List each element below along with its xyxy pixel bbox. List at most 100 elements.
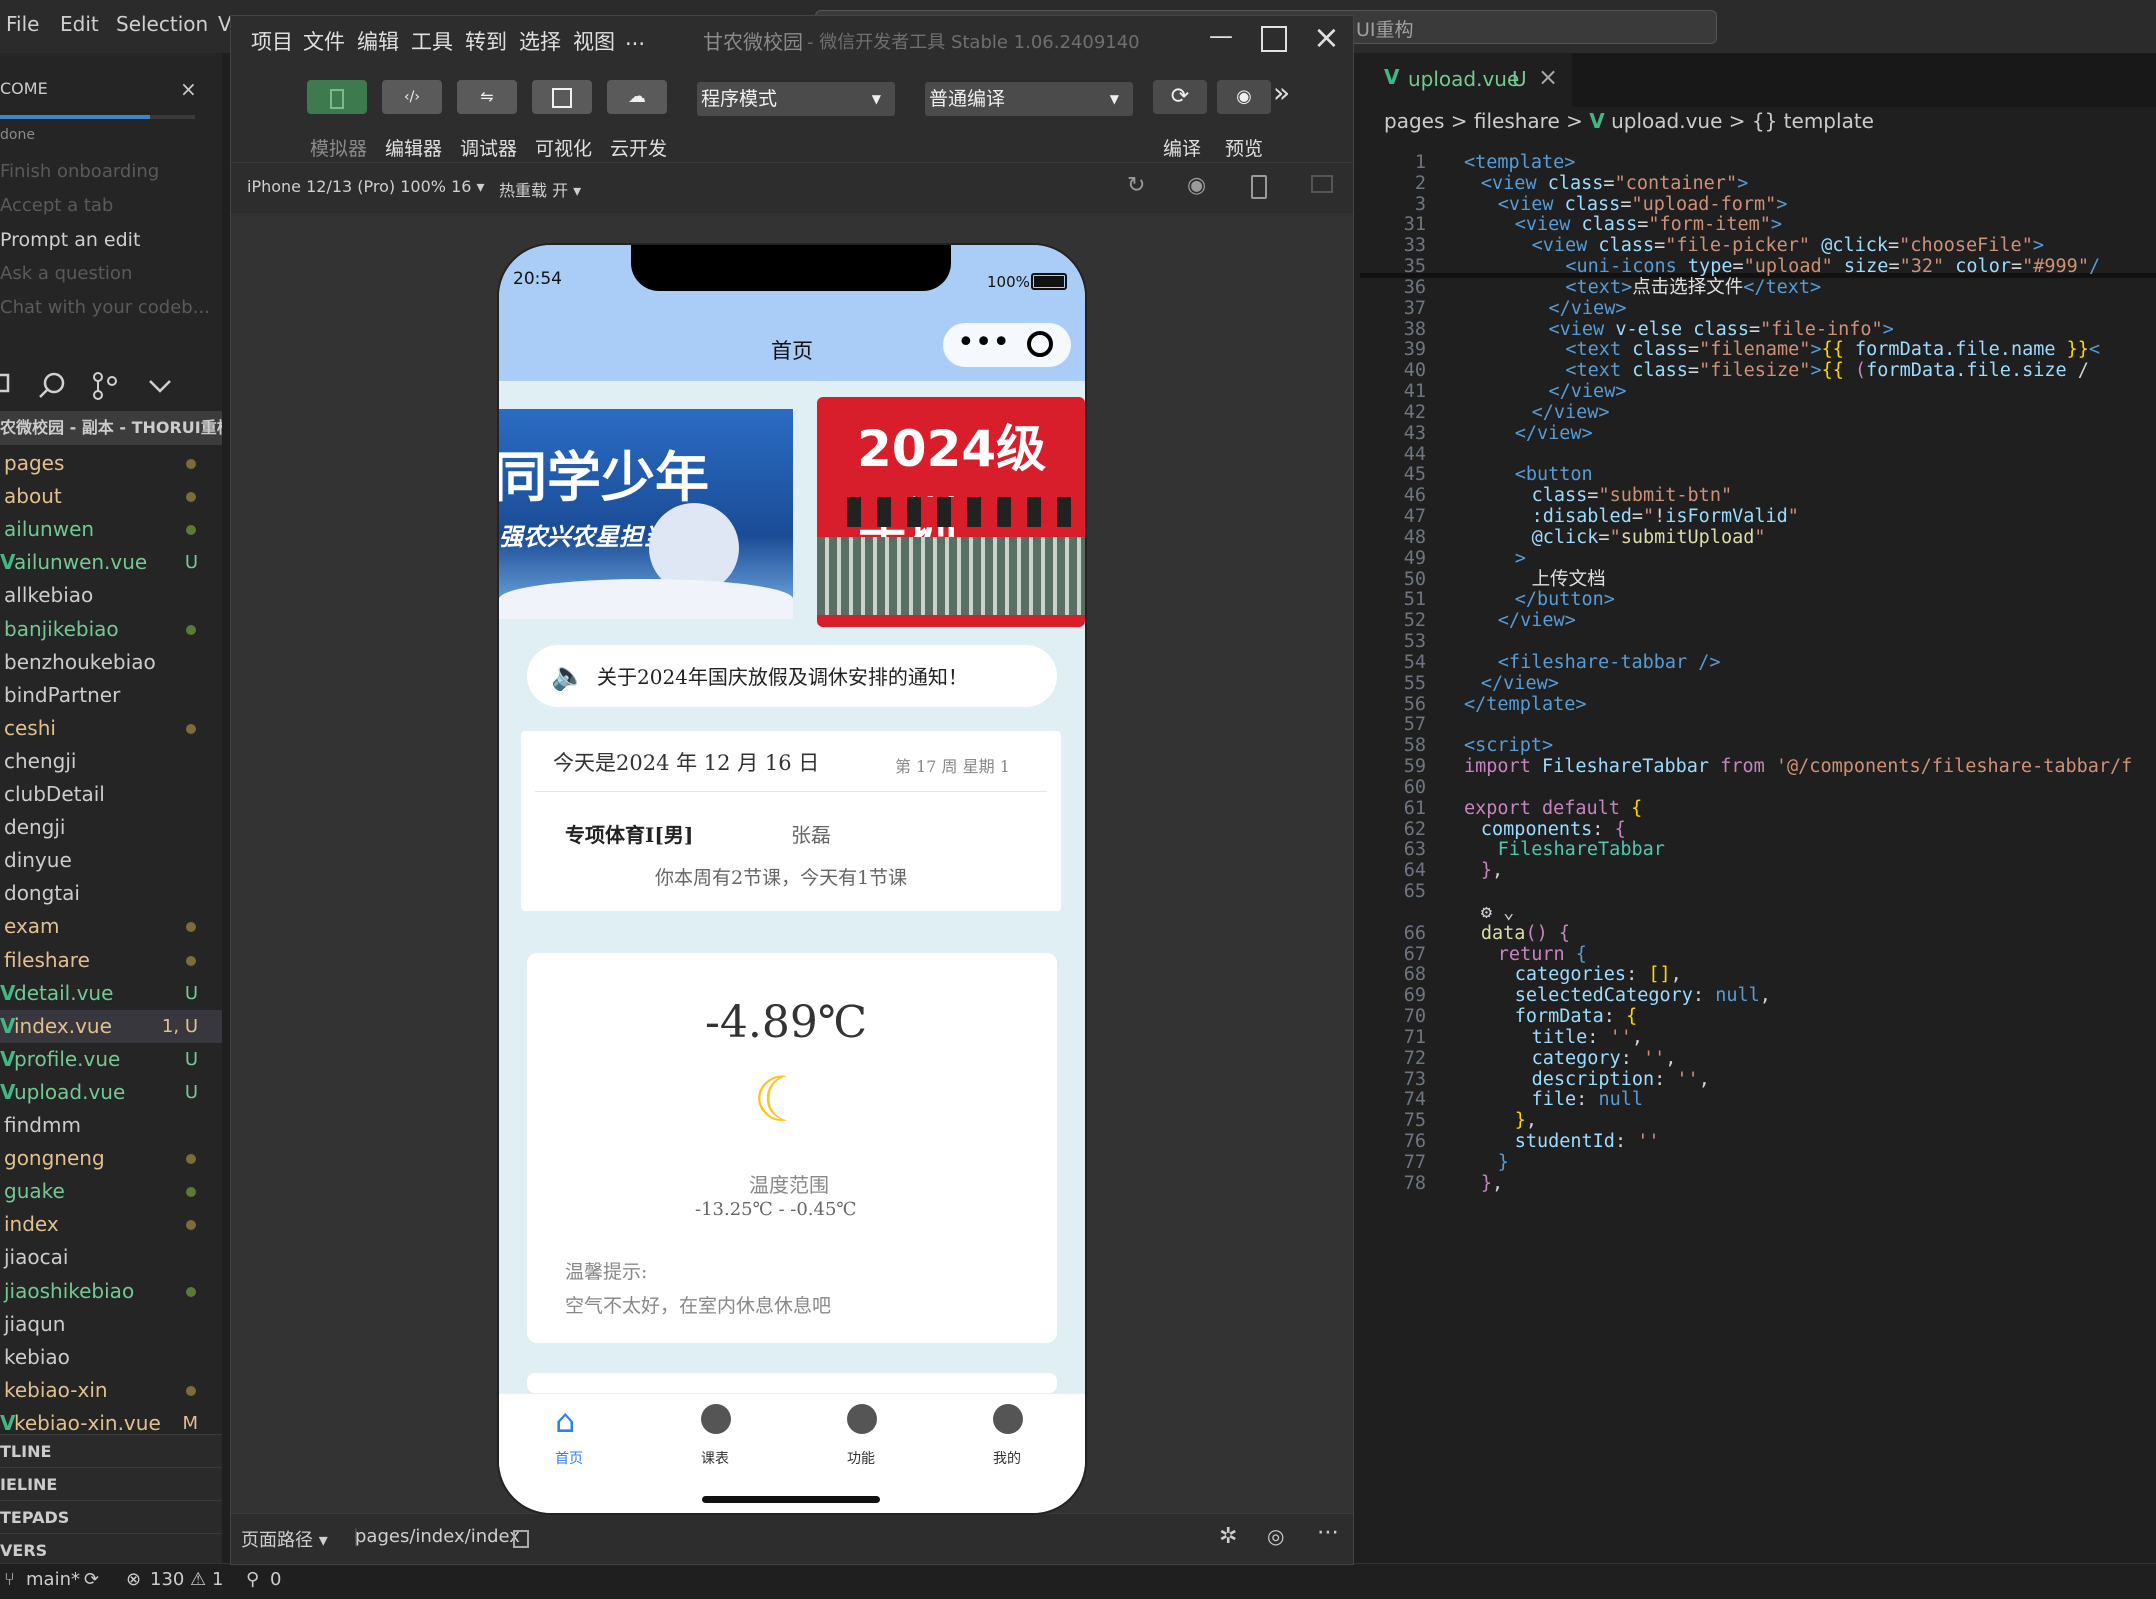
dt-menu-view[interactable]: 视图: [573, 26, 615, 56]
sidebar-section-header[interactable]: TEPADS: [0, 1500, 222, 1534]
page-path-label[interactable]: 页面路径 ▾: [241, 1526, 328, 1552]
notice-bar[interactable]: 🔈 关于2024年国庆放假及调休安排的通知！: [527, 645, 1057, 707]
onboarding-step[interactable]: Prompt an edit: [0, 229, 140, 251]
close-icon[interactable]: ×: [180, 77, 197, 101]
stop-icon[interactable]: ◉: [1187, 173, 1206, 198]
tree-item[interactable]: Vprofile.vue U: [0, 1043, 222, 1076]
sidebar-section-header[interactable]: TLINE: [0, 1434, 222, 1468]
onboarding-step[interactable]: Ask a question: [0, 263, 132, 284]
tree-item[interactable]: pages: [0, 447, 222, 480]
tab-functions[interactable]: 功能: [825, 1402, 905, 1472]
tree-item[interactable]: dengji: [0, 811, 222, 844]
error-count[interactable]: 130: [150, 1569, 184, 1590]
weather-card[interactable]: -4.89℃ ☾ 温度范围 -13.25℃ - -0.45℃ 温馨提示: 空气不…: [527, 953, 1057, 1343]
breadcrumb-item[interactable]: pages: [1384, 109, 1444, 133]
tree-item[interactable]: fileshare: [0, 944, 222, 977]
compile-button[interactable]: ⟳: [1153, 80, 1207, 114]
close-icon[interactable]: ×: [1538, 63, 1558, 91]
tree-item[interactable]: clubDetail: [0, 778, 222, 811]
tab-home[interactable]: ⌂ 首页: [533, 1402, 613, 1472]
tree-item[interactable]: Vupload.vue U: [0, 1076, 222, 1109]
window-icon[interactable]: [1311, 175, 1333, 193]
more-icon[interactable]: ⋯: [1317, 1520, 1339, 1545]
dt-menu-tools[interactable]: 工具: [411, 26, 453, 56]
eye-icon[interactable]: ◎: [1267, 1524, 1284, 1548]
hot-reload-toggle[interactable]: 热重载 开 ▾: [499, 177, 581, 201]
minimize-icon[interactable]: —: [1209, 22, 1233, 50]
maximize-icon[interactable]: [1261, 26, 1287, 52]
editor-tab[interactable]: V upload.vue U ×: [1360, 53, 1572, 107]
schedule-card[interactable]: 今天是2024 年 12 月 16 日 第 17 周 星期 1 专项体育Ⅰ[男]…: [521, 731, 1061, 911]
cloud-button[interactable]: ☁: [607, 80, 667, 114]
menu-selection[interactable]: Selection: [116, 12, 208, 36]
simulator-button[interactable]: [307, 80, 367, 114]
tree-item[interactable]: index: [0, 1208, 222, 1241]
dt-menu-project[interactable]: 项目: [251, 26, 293, 56]
project-header[interactable]: 农微校园 - 副本 - THORUI重构: [0, 411, 222, 445]
dt-menu-edit[interactable]: 编辑: [357, 26, 399, 56]
banner-slide[interactable]: 同学少年 强农兴农星担当: [499, 409, 793, 619]
preview-button[interactable]: ◉: [1217, 80, 1271, 114]
rotate-icon[interactable]: ↻: [1127, 173, 1145, 198]
menu-edit[interactable]: Edit: [60, 12, 99, 36]
tree-item[interactable]: kebiao-xin: [0, 1374, 222, 1407]
tree-item[interactable]: gongneng: [0, 1142, 222, 1175]
ports-count[interactable]: 0: [270, 1569, 281, 1590]
git-branch-icon[interactable]: ⑂: [4, 1569, 15, 1590]
banner-slide[interactable]: 2024级军训: [817, 397, 1085, 627]
visual-button[interactable]: [532, 80, 592, 114]
tree-item[interactable]: allkebiao: [0, 579, 222, 612]
sidebar-section-header[interactable]: VERS: [0, 1533, 222, 1567]
debugger-button[interactable]: ⇋: [457, 80, 517, 114]
code-area[interactable]: 1 <template> 2 <view class="container"> 3 <vi…: [1360, 149, 2156, 1559]
bug-icon[interactable]: ✲: [1219, 1524, 1237, 1549]
tree-item[interactable]: kebiao: [0, 1341, 222, 1374]
copy-icon[interactable]: [513, 1530, 529, 1548]
sync-icon[interactable]: ⟳: [84, 1569, 99, 1590]
tree-item[interactable]: ceshi: [0, 712, 222, 745]
tree-item[interactable]: benzhoukebiao: [0, 646, 222, 679]
onboarding-step[interactable]: Accept a tab: [0, 195, 113, 216]
git-branch[interactable]: main*: [26, 1569, 80, 1590]
tree-item[interactable]: bindPartner: [0, 679, 222, 712]
tree-item[interactable]: about: [0, 480, 222, 513]
more-tools-icon[interactable]: »: [1273, 76, 1290, 109]
breadcrumb-item[interactable]: upload.vue: [1611, 109, 1722, 133]
tree-item[interactable]: Vdetail.vue U: [0, 977, 222, 1010]
tree-item[interactable]: jiaocai: [0, 1241, 222, 1274]
tab-schedule[interactable]: 课表: [679, 1402, 759, 1472]
welcome-tab[interactable]: COME: [0, 79, 48, 98]
phone-icon[interactable]: [1251, 175, 1267, 199]
breadcrumb-item[interactable]: {} template: [1752, 109, 1874, 133]
tree-item[interactable]: Vailunwen.vue U: [0, 546, 222, 579]
more-dots-icon[interactable]: •••: [957, 325, 1010, 360]
tree-item[interactable]: exam: [0, 910, 222, 943]
files-search-git-icons[interactable]: [0, 365, 200, 405]
close-window-icon[interactable]: ×: [1313, 18, 1340, 56]
dt-menu-file[interactable]: 文件: [303, 26, 345, 56]
tree-item[interactable]: chengji: [0, 745, 222, 778]
tree-item[interactable]: guake: [0, 1175, 222, 1208]
tree-item[interactable]: dinyue: [0, 844, 222, 877]
device-select[interactable]: iPhone 12/13 (Pro) 100% 16 ▾: [247, 177, 485, 196]
editor-button[interactable]: ‹/›: [382, 80, 442, 114]
compile-select[interactable]: 普通编译 ▼: [925, 82, 1133, 116]
tree-item[interactable]: ailunwen: [0, 513, 222, 546]
tab-profile[interactable]: 我的: [971, 1402, 1051, 1472]
menu-file[interactable]: File: [6, 12, 39, 36]
warning-count[interactable]: 1: [212, 1569, 223, 1590]
tree-item[interactable]: findmm: [0, 1109, 222, 1142]
onboarding-step[interactable]: Chat with your codeb...: [0, 297, 210, 318]
tree-item[interactable]: Vindex.vue 1, U: [0, 1009, 222, 1043]
tree-item[interactable]: dongtai: [0, 877, 222, 910]
close-capsule-icon[interactable]: [1027, 331, 1053, 357]
onboarding-step[interactable]: Finish onboarding: [0, 161, 159, 182]
mode-select[interactable]: 程序模式 ▼: [697, 82, 895, 116]
tree-item[interactable]: banjikebiao: [0, 613, 222, 646]
tree-item[interactable]: jiaoshikebiao: [0, 1275, 222, 1308]
breadcrumb-item[interactable]: fileshare: [1474, 109, 1560, 133]
dt-menu-more[interactable]: ...: [625, 26, 645, 50]
dt-menu-goto[interactable]: 转到: [465, 26, 507, 56]
tree-item[interactable]: jiaqun: [0, 1308, 222, 1341]
capsule-menu[interactable]: •••: [943, 323, 1071, 367]
